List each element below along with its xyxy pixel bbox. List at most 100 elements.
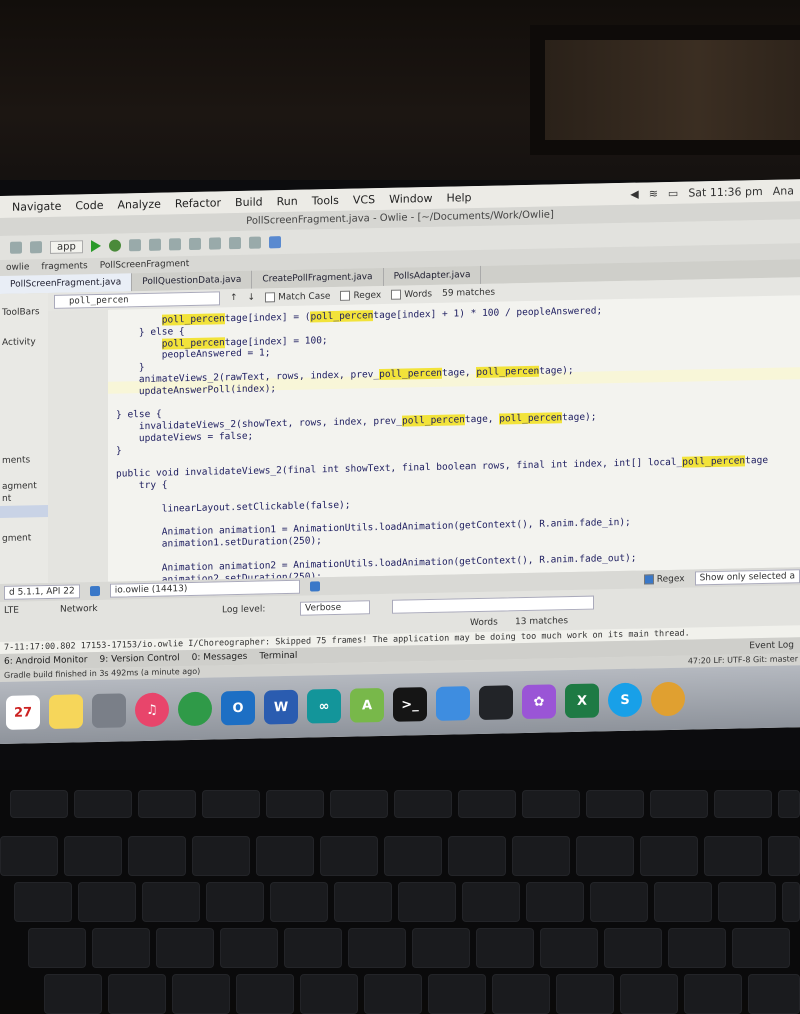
keyboard-key	[492, 974, 550, 1014]
keyboard-key	[14, 882, 72, 922]
keyboard-key	[384, 836, 442, 876]
search-icon[interactable]	[248, 236, 261, 249]
keyboard-key	[604, 928, 662, 968]
project-item[interactable]: nt	[2, 494, 11, 504]
keyboard-key	[586, 790, 644, 818]
menu-navigate[interactable]: Navigate	[12, 199, 61, 213]
logcat-search-input[interactable]	[392, 595, 594, 614]
menubar-user[interactable]: Ana	[773, 184, 794, 197]
calendar-icon[interactable]: 27	[6, 695, 40, 730]
breadcrumb-item[interactable]: PollScreenFragment	[100, 259, 190, 271]
battery-icon[interactable]: ▭	[668, 186, 678, 199]
menu-window[interactable]: Window	[389, 191, 432, 205]
keyboard-key	[412, 928, 470, 968]
menu-tools[interactable]: Tools	[312, 193, 339, 207]
keyboard-key	[462, 882, 520, 922]
menu-code[interactable]: Code	[75, 198, 103, 212]
project-item[interactable]: agment	[2, 481, 37, 492]
help-icon[interactable]	[268, 236, 281, 249]
keyboard-key	[28, 928, 86, 968]
wifi-icon[interactable]: ≋	[649, 187, 658, 200]
tool-terminal[interactable]: Terminal	[259, 651, 297, 662]
keyboard-key	[778, 790, 800, 818]
arduino-icon[interactable]: ∞	[307, 688, 341, 724]
undo-icon[interactable]	[10, 241, 22, 254]
project-item-selected[interactable]	[0, 504, 48, 518]
show-only-selected[interactable]: Show only selected a	[694, 569, 800, 586]
flower-icon[interactable]: ✿	[522, 684, 556, 720]
module-selector[interactable]: app	[50, 239, 83, 254]
run-icon[interactable]	[90, 239, 101, 253]
menu-analyze[interactable]: Analyze	[118, 197, 161, 211]
avd-manager-icon[interactable]	[188, 237, 201, 251]
excel-icon[interactable]: X	[565, 683, 599, 719]
keyboard-key	[220, 928, 278, 968]
code-editor[interactable]: poll_percentage[index] = (poll_percentag…	[108, 295, 800, 585]
terminal-icon[interactable]: >_	[393, 687, 427, 722]
keyboard-key	[156, 928, 214, 968]
breadcrumb-item[interactable]: owlie	[6, 262, 29, 272]
xcode-icon[interactable]	[436, 686, 470, 721]
redo-icon[interactable]	[30, 241, 42, 254]
volume-icon[interactable]: ◀	[630, 187, 638, 200]
project-item[interactable]: ments	[2, 455, 30, 466]
process-dropdown-icon[interactable]	[309, 581, 320, 592]
attach-icon[interactable]	[128, 239, 141, 252]
tab-pollsadapter[interactable]: PollsAdapter.java	[383, 265, 482, 286]
stop-icon[interactable]	[148, 238, 161, 251]
regex-checkbox-logcat[interactable]: Regex	[643, 573, 685, 584]
menu-vcs[interactable]: VCS	[353, 193, 375, 206]
keyboard-key	[458, 790, 516, 818]
words-checkbox[interactable]: Words	[391, 289, 432, 300]
keyboard-key	[348, 928, 406, 968]
tool-version-control[interactable]: 9: Version Control	[100, 653, 180, 665]
outlook-icon[interactable]: O	[221, 690, 255, 726]
keyboard-key	[330, 790, 388, 818]
keyboard-key	[192, 836, 250, 876]
preferences-icon[interactable]	[92, 693, 126, 729]
filter-tag-lte[interactable]: LTE	[4, 606, 19, 616]
android-studio-icon[interactable]: A	[350, 687, 384, 723]
keyboard-key	[540, 928, 598, 968]
menu-refactor[interactable]: Refactor	[175, 196, 221, 210]
sync-icon[interactable]	[168, 238, 181, 251]
menubar-clock[interactable]: Sat 11:36 pm	[688, 185, 762, 200]
project-item[interactable]: gment	[2, 533, 31, 544]
app-dark-icon[interactable]	[479, 685, 513, 720]
itunes-icon[interactable]: ♫	[135, 692, 169, 728]
menu-build[interactable]: Build	[235, 195, 263, 209]
breadcrumb-item[interactable]: fragments	[41, 261, 87, 272]
device-dropdown-icon[interactable]	[89, 585, 100, 597]
keyboard-key	[78, 882, 136, 922]
log-level-select[interactable]: Verbose	[300, 600, 370, 616]
project-item[interactable]: ToolBars	[2, 307, 40, 318]
keyboard-key	[782, 882, 800, 922]
structure-icon[interactable]	[228, 236, 241, 250]
paint-icon[interactable]	[651, 681, 685, 717]
menu-help[interactable]: Help	[446, 191, 471, 205]
tool-android-monitor[interactable]: 6: Android Monitor	[4, 655, 88, 667]
find-input[interactable]: poll_percen	[54, 291, 220, 309]
keyboard-key	[654, 882, 712, 922]
find-next-icon[interactable]: ↓	[248, 293, 256, 303]
skype-icon[interactable]: S	[608, 682, 642, 718]
find-result-count: 59 matches	[442, 287, 496, 299]
debug-icon[interactable]	[108, 239, 121, 252]
word-icon[interactable]: W	[264, 689, 298, 725]
sdk-manager-icon[interactable]	[208, 237, 221, 250]
process-selector[interactable]: io.owlie (14413)	[109, 579, 300, 598]
filter-tag-network[interactable]: Network	[60, 604, 98, 615]
chrome-icon[interactable]	[178, 691, 212, 727]
match-case-checkbox[interactable]: Match Case	[265, 291, 330, 303]
device-selector[interactable]: d 5.1.1, API 22	[4, 584, 80, 600]
keyboard-key	[172, 974, 230, 1014]
menu-run[interactable]: Run	[277, 194, 298, 207]
keyboard-key	[650, 790, 708, 818]
regex-checkbox[interactable]: Regex	[340, 290, 381, 301]
tool-messages[interactable]: 0: Messages	[192, 652, 248, 663]
event-log-button[interactable]: Event Log	[749, 640, 800, 651]
keyboard-key	[748, 974, 800, 1014]
notes-icon[interactable]	[49, 694, 83, 729]
project-item[interactable]: Activity	[2, 337, 36, 348]
find-prev-icon[interactable]: ↑	[230, 293, 238, 303]
